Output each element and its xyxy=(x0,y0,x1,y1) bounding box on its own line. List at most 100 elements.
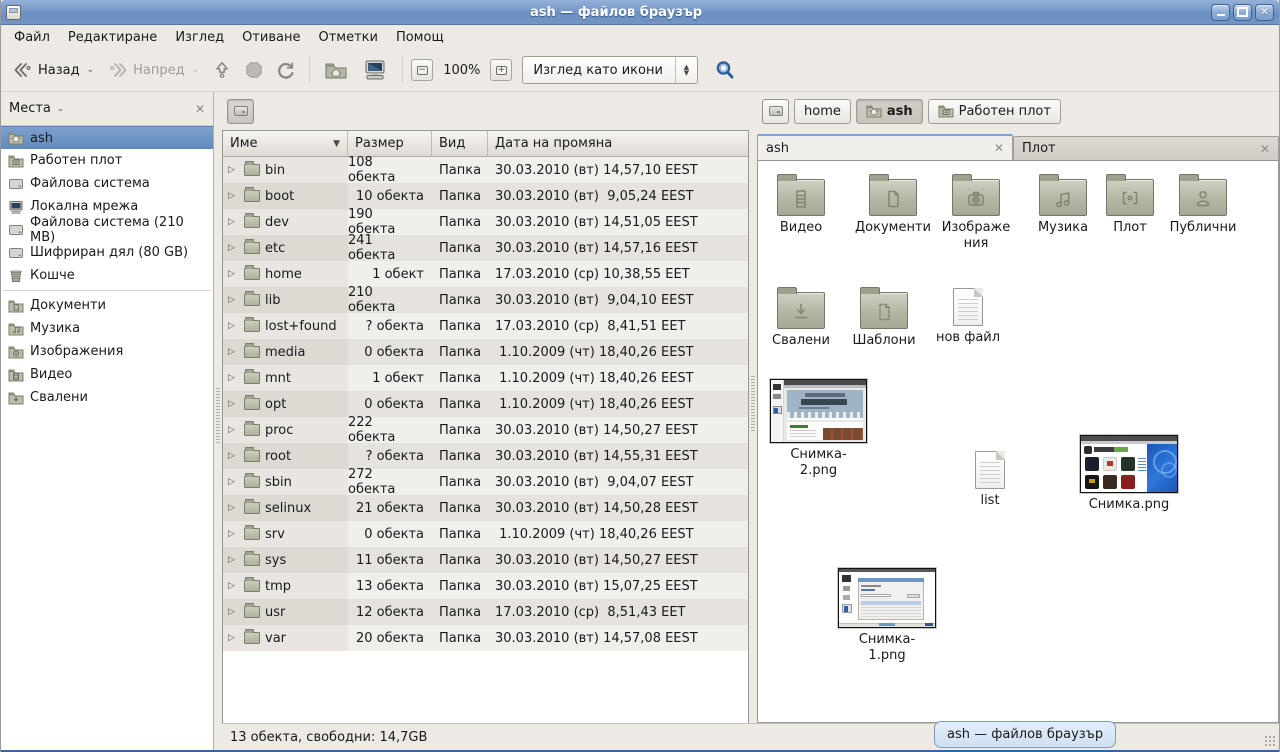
icon-public[interactable]: Публични xyxy=(1164,173,1242,236)
expander-icon[interactable]: ▷ xyxy=(228,555,239,565)
icon-documents[interactable]: Документи xyxy=(848,173,938,236)
icon-snimka-1-png[interactable]: Снимка-1.png xyxy=(838,568,936,664)
tree-row-usr[interactable]: ▷usr12 обектаПапка17.03.2010 (ср) 8,51,4… xyxy=(223,599,748,625)
tree-row-lost+found[interactable]: ▷lost+found? обектаПапка17.03.2010 (ср) … xyxy=(223,313,748,339)
computer-button[interactable] xyxy=(356,54,394,86)
tree-row-root[interactable]: ▷root? обектаПапка30.03.2010 (вт) 14,55,… xyxy=(223,443,748,469)
close-button[interactable]: ✕ xyxy=(1255,4,1274,21)
tab-ash[interactable]: ash ✕ xyxy=(757,134,1013,160)
menu-go[interactable]: Отиване xyxy=(233,27,309,48)
tree-row-bin[interactable]: ▷bin108 обектаПапка30.03.2010 (вт) 14,57… xyxy=(223,157,748,183)
tree-row-selinux[interactable]: ▷selinux21 обектаПапка30.03.2010 (вт) 14… xyxy=(223,495,748,521)
sidebar-item-filesystem[interactable]: Файлова система xyxy=(1,172,213,195)
tab-plot[interactable]: Плот ✕ xyxy=(1013,136,1279,160)
sidebar-item-trash[interactable]: Кошче xyxy=(1,264,213,287)
column-header-name[interactable]: Име▼ xyxy=(223,131,348,156)
column-header-date[interactable]: Дата на промяна xyxy=(488,131,748,156)
icon-view[interactable]: Видео ДокументиИзображения МузикаПлотПубли… xyxy=(757,160,1279,723)
expander-icon[interactable]: ▷ xyxy=(228,399,239,409)
tree-row-home[interactable]: ▷home1 обектПапка17.03.2010 (ср) 10,38,5… xyxy=(223,261,748,287)
icon-pictures[interactable]: Изображения xyxy=(938,173,1014,252)
zoom-out-button[interactable]: − xyxy=(411,59,433,81)
expander-icon[interactable]: ▷ xyxy=(228,295,239,305)
breadcrumb-ash-current[interactable]: ash xyxy=(856,99,923,124)
icon-templates[interactable]: Шаблони xyxy=(848,286,920,349)
maximize-button[interactable] xyxy=(1233,4,1252,21)
search-button[interactable] xyxy=(708,54,742,86)
home-button[interactable] xyxy=(318,55,354,85)
icon-new-file[interactable]: нов файл xyxy=(930,283,1006,346)
tab-close-icon[interactable]: ✕ xyxy=(1252,142,1270,156)
menu-view[interactable]: Изглед xyxy=(166,27,233,48)
sidebar-item-music[interactable]: Музика xyxy=(1,317,213,340)
expander-icon[interactable]: ▷ xyxy=(228,529,239,539)
root-breadcrumb-button[interactable] xyxy=(762,99,789,124)
tree-row-var[interactable]: ▷var20 обектаПапка30.03.2010 (вт) 14,57,… xyxy=(223,625,748,651)
menu-edit[interactable]: Редактиране xyxy=(59,27,166,48)
sidebar-close-icon[interactable]: ✕ xyxy=(195,102,205,116)
expander-icon[interactable]: ▷ xyxy=(228,347,239,357)
icon-snimka-png[interactable]: Снимка.png xyxy=(1080,435,1178,513)
sidebar-splitter[interactable] xyxy=(214,92,222,750)
sidebar-item-downloads[interactable]: Свалени xyxy=(1,386,213,409)
expander-icon[interactable]: ▷ xyxy=(228,425,239,435)
zoom-in-button[interactable]: + xyxy=(490,59,512,81)
menu-file[interactable]: Файл xyxy=(5,27,59,48)
expander-icon[interactable]: ▷ xyxy=(228,191,239,201)
stop-button[interactable] xyxy=(239,56,269,84)
expander-icon[interactable]: ▷ xyxy=(228,581,239,591)
breadcrumb-desktop[interactable]: Работен плот xyxy=(928,99,1061,124)
expander-icon[interactable]: ▷ xyxy=(228,633,239,643)
tree-row-media[interactable]: ▷media0 обектаПапка 1.10.2009 (чт) 18,40… xyxy=(223,339,748,365)
window-menu-icon[interactable] xyxy=(6,5,21,20)
icon-snimka-2-png[interactable]: Снимка-2.png xyxy=(770,379,867,479)
sidebar-item-desktop[interactable]: Работен плот xyxy=(1,149,213,172)
forward-button[interactable]: Напред⌄ xyxy=(102,57,205,83)
tab-close-icon[interactable]: ✕ xyxy=(986,141,1004,155)
up-button[interactable] xyxy=(207,56,237,84)
icon-videos[interactable]: Видео xyxy=(770,173,832,236)
view-mode-select[interactable]: Изглед като икони ▲▼ xyxy=(522,56,698,84)
expander-icon[interactable]: ▷ xyxy=(228,321,239,331)
breadcrumb-home[interactable]: home xyxy=(794,99,851,124)
menu-help[interactable]: Помощ xyxy=(387,27,453,48)
sidebar-item-videos[interactable]: Видео xyxy=(1,363,213,386)
sidebar-item-documents[interactable]: Документи xyxy=(1,294,213,317)
sidebar-item-encrypted-80gb[interactable]: Шифриран дял (80 GB) xyxy=(1,241,213,264)
root-breadcrumb-button[interactable] xyxy=(227,99,254,124)
back-button[interactable]: Назад⌄ xyxy=(7,57,100,83)
sidebar-mode-select[interactable]: Места⌄ xyxy=(9,101,64,116)
minimize-button[interactable] xyxy=(1211,4,1230,21)
column-header-type[interactable]: Вид xyxy=(432,131,488,156)
expander-icon[interactable]: ▷ xyxy=(228,607,239,617)
reload-button[interactable] xyxy=(271,56,301,84)
tree-row-lib[interactable]: ▷lib210 обектаПапка30.03.2010 (вт) 9,04,… xyxy=(223,287,748,313)
tree-row-etc[interactable]: ▷etc241 обектаПапка30.03.2010 (вт) 14,57… xyxy=(223,235,748,261)
icon-desktop[interactable]: Плот xyxy=(1104,173,1156,236)
tree-row-srv[interactable]: ▷srv0 обектаПапка 1.10.2009 (чт) 18,40,2… xyxy=(223,521,748,547)
column-header-size[interactable]: Размер xyxy=(348,131,432,156)
icon-list[interactable]: list xyxy=(970,446,1010,509)
expander-icon[interactable]: ▷ xyxy=(228,477,239,487)
pane-splitter[interactable] xyxy=(749,92,757,723)
resize-grip[interactable] xyxy=(1264,735,1276,747)
tree-row-sys[interactable]: ▷sys11 обектаПапка30.03.2010 (вт) 14,50,… xyxy=(223,547,748,573)
expander-icon[interactable]: ▷ xyxy=(228,451,239,461)
tree-row-tmp[interactable]: ▷tmp13 обектаПапка30.03.2010 (вт) 15,07,… xyxy=(223,573,748,599)
expander-icon[interactable]: ▷ xyxy=(228,243,239,253)
tree-row-sbin[interactable]: ▷sbin272 обектаПапка30.03.2010 (вт) 9,04… xyxy=(223,469,748,495)
expander-icon[interactable]: ▷ xyxy=(228,373,239,383)
icon-downloads[interactable]: Свалени xyxy=(766,286,836,349)
tree-row-dev[interactable]: ▷dev190 обектаПапка30.03.2010 (вт) 14,51… xyxy=(223,209,748,235)
tree-row-proc[interactable]: ▷proc222 обектаПапка30.03.2010 (вт) 14,5… xyxy=(223,417,748,443)
tree-row-mnt[interactable]: ▷mnt1 обектПапка 1.10.2009 (чт) 18,40,26… xyxy=(223,365,748,391)
expander-icon[interactable]: ▷ xyxy=(228,503,239,513)
icon-music[interactable]: Музика xyxy=(1030,173,1096,236)
tree-row-opt[interactable]: ▷opt0 обектаПапка 1.10.2009 (чт) 18,40,2… xyxy=(223,391,748,417)
sidebar-item-volume-210mb[interactable]: Файлова система (210 MB) xyxy=(1,218,213,241)
titlebar[interactable]: ash — файлов браузър ✕ xyxy=(1,0,1279,25)
expander-icon[interactable]: ▷ xyxy=(228,165,239,175)
expander-icon[interactable]: ▷ xyxy=(228,269,239,279)
sidebar-item-home[interactable]: ash xyxy=(1,126,213,149)
tree-row-boot[interactable]: ▷boot10 обектаПапка30.03.2010 (вт) 9,05,… xyxy=(223,183,748,209)
